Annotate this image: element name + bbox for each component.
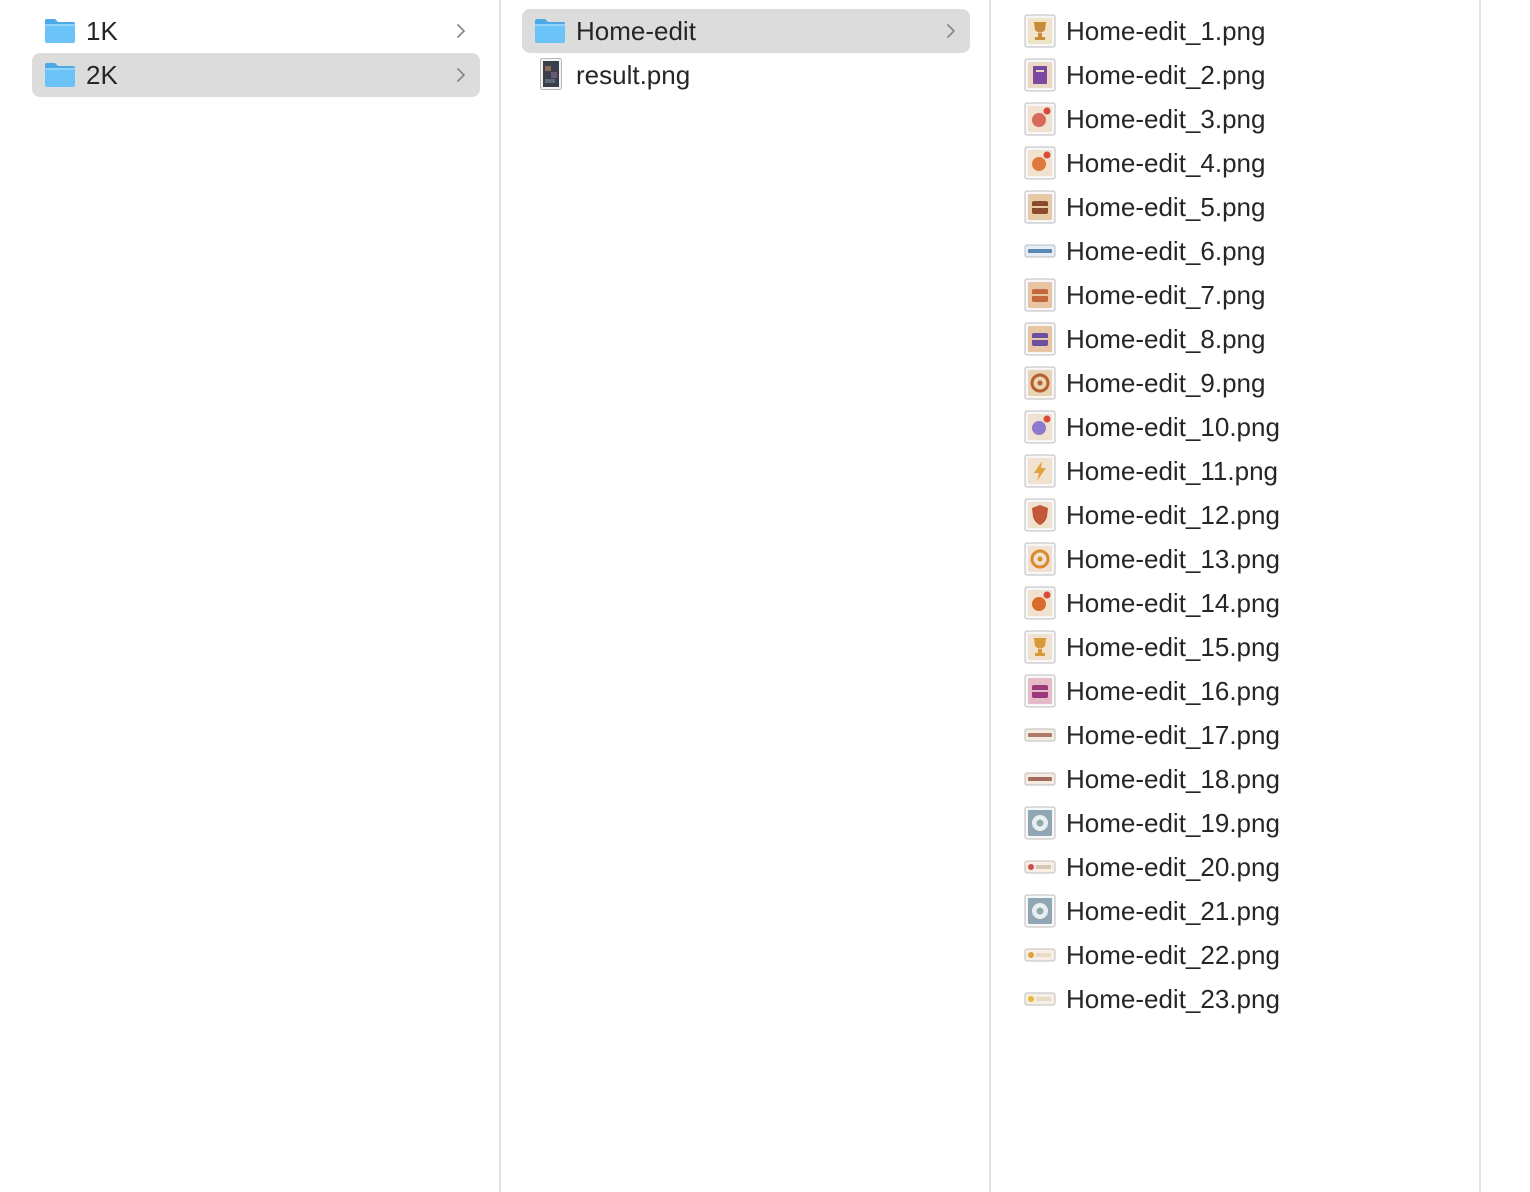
column-browser: 1K 2K Home-edit result.png Home-edit_1.p… — [0, 0, 1530, 1192]
image-thumbnail-icon — [1024, 948, 1056, 962]
image-thumbnail-icon — [1024, 146, 1056, 180]
file-label: Home-edit_2.png — [1066, 60, 1266, 90]
file-row[interactable]: Home-edit_18.png — [1012, 757, 1460, 801]
file-label: Home-edit_18.png — [1066, 764, 1280, 794]
image-thumbnail-icon — [1024, 244, 1056, 258]
folder-row-home-edit[interactable]: Home-edit — [522, 9, 970, 53]
image-thumbnail-icon — [1024, 14, 1056, 48]
folder-label: Home-edit — [576, 16, 696, 46]
file-row[interactable]: Home-edit_6.png — [1012, 229, 1460, 273]
image-thumbnail-icon — [1024, 410, 1056, 444]
image-thumbnail-icon — [1024, 322, 1056, 356]
image-thumbnail-icon — [1024, 102, 1056, 136]
file-label: Home-edit_13.png — [1066, 544, 1280, 574]
column-divider[interactable] — [1479, 0, 1481, 1192]
image-thumbnail-icon — [1024, 992, 1056, 1006]
column-3: Home-edit_1.png Home-edit_2.png Home-edit_… — [990, 0, 1480, 1192]
image-thumbnail-icon — [1024, 278, 1056, 312]
image-thumbnail-icon — [1024, 806, 1056, 840]
image-thumbnail-icon — [1024, 58, 1056, 92]
folder-row-2k[interactable]: 2K — [32, 53, 480, 97]
image-thumbnail-icon — [1024, 542, 1056, 576]
file-row[interactable]: Home-edit_13.png — [1012, 537, 1460, 581]
image-thumbnail-icon — [1024, 728, 1056, 742]
file-label: Home-edit_12.png — [1066, 500, 1280, 530]
image-thumbnail-icon — [1024, 630, 1056, 664]
folder-icon — [45, 19, 75, 43]
file-row[interactable]: Home-edit_16.png — [1012, 669, 1460, 713]
file-label: Home-edit_1.png — [1066, 16, 1266, 46]
image-thumbnail-icon — [1024, 586, 1056, 620]
file-row-result[interactable]: result.png — [522, 53, 970, 97]
file-row[interactable]: Home-edit_8.png — [1012, 317, 1460, 361]
file-label: Home-edit_9.png — [1066, 368, 1266, 398]
file-label: Home-edit_7.png — [1066, 280, 1266, 310]
file-row[interactable]: Home-edit_23.png — [1012, 977, 1460, 1021]
file-row[interactable]: Home-edit_5.png — [1012, 185, 1460, 229]
chevron-right-icon — [457, 24, 465, 38]
file-label: Home-edit_5.png — [1066, 192, 1266, 222]
file-label: Home-edit_11.png — [1066, 456, 1278, 486]
image-thumbnail-icon — [1024, 860, 1056, 874]
folder-label: 2K — [86, 60, 118, 90]
file-label: result.png — [576, 60, 691, 90]
file-row[interactable]: Home-edit_9.png — [1012, 361, 1460, 405]
column-2: Home-edit result.png — [500, 0, 990, 1192]
chevron-right-icon — [457, 68, 465, 82]
file-label: Home-edit_19.png — [1066, 808, 1280, 838]
image-thumbnail-icon — [1024, 454, 1056, 488]
file-label: Home-edit_4.png — [1066, 148, 1266, 178]
file-row[interactable]: Home-edit_1.png — [1012, 9, 1460, 53]
file-row[interactable]: Home-edit_12.png — [1012, 493, 1460, 537]
file-label: Home-edit_20.png — [1066, 852, 1280, 882]
file-row[interactable]: Home-edit_15.png — [1012, 625, 1460, 669]
file-row[interactable]: Home-edit_14.png — [1012, 581, 1460, 625]
file-row[interactable]: Home-edit_22.png — [1012, 933, 1460, 977]
file-label: Home-edit_23.png — [1066, 984, 1280, 1014]
file-row[interactable]: Home-edit_21.png — [1012, 889, 1460, 933]
chevron-right-icon — [947, 24, 955, 38]
file-label: Home-edit_21.png — [1066, 896, 1280, 926]
file-label: Home-edit_15.png — [1066, 632, 1280, 662]
file-label: Home-edit_16.png — [1066, 676, 1280, 706]
column-1: 1K 2K — [10, 0, 500, 1192]
file-label: Home-edit_6.png — [1066, 236, 1266, 266]
image-thumbnail-icon — [1024, 772, 1056, 786]
file-row[interactable]: Home-edit_2.png — [1012, 53, 1460, 97]
image-thumbnail-icon — [1024, 894, 1056, 928]
file-row[interactable]: Home-edit_17.png — [1012, 713, 1460, 757]
image-thumbnail-icon — [1024, 366, 1056, 400]
file-row[interactable]: Home-edit_11.png — [1012, 449, 1460, 493]
file-label: Home-edit_14.png — [1066, 588, 1280, 618]
file-label: Home-edit_3.png — [1066, 104, 1266, 134]
folder-row-1k[interactable]: 1K — [32, 9, 480, 53]
file-row[interactable]: Home-edit_7.png — [1012, 273, 1460, 317]
image-file-icon — [540, 58, 562, 90]
folder-icon — [45, 63, 75, 87]
file-row[interactable]: Home-edit_3.png — [1012, 97, 1460, 141]
file-label: Home-edit_10.png — [1066, 412, 1280, 442]
file-row[interactable]: Home-edit_19.png — [1012, 801, 1460, 845]
image-thumbnail-icon — [1024, 498, 1056, 532]
folder-label: 1K — [86, 16, 118, 46]
file-label: Home-edit_22.png — [1066, 940, 1280, 970]
image-thumbnail-icon — [1024, 674, 1056, 708]
file-row[interactable]: Home-edit_4.png — [1012, 141, 1460, 185]
folder-icon — [535, 19, 565, 43]
image-thumbnail-icon — [1024, 190, 1056, 224]
file-label: Home-edit_8.png — [1066, 324, 1266, 354]
file-label: Home-edit_17.png — [1066, 720, 1280, 750]
file-row[interactable]: Home-edit_20.png — [1012, 845, 1460, 889]
file-row[interactable]: Home-edit_10.png — [1012, 405, 1460, 449]
